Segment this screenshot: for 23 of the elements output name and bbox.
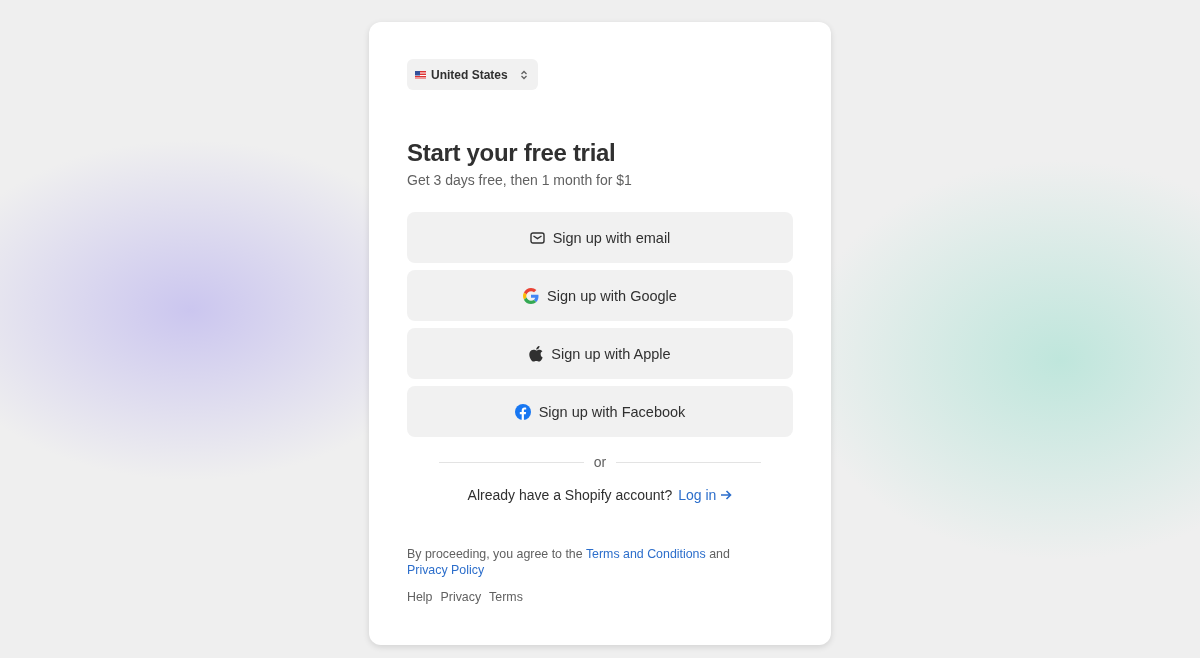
flag-icon — [415, 70, 426, 79]
sign-up-button[interactable]: Sign up with Facebook — [407, 386, 793, 437]
envelope-icon — [529, 231, 545, 244]
google-icon — [523, 287, 540, 304]
subheading: Get 3 days free, then 1 month for $1 — [407, 172, 633, 188]
legal-text: By proceeding, you agree to the Terms and Conditions and Privacy Policy — [407, 546, 731, 578]
sign-up-button[interactable]: Sign up with Google — [407, 270, 793, 321]
divider-label: or — [593, 454, 607, 470]
login-prompt: Already have a Shopify account? — [467, 487, 673, 503]
footer-link[interactable]: Privacy — [440, 590, 482, 604]
sign-up-button[interactable]: Sign up with Apple — [407, 328, 793, 379]
privacy-policy-link[interactable]: Privacy Policy — [407, 563, 485, 577]
footer-link[interactable]: Terms — [489, 590, 523, 604]
country-selector[interactable]: United States — [407, 59, 538, 90]
footer-link[interactable]: Help — [407, 590, 433, 604]
terms-link[interactable]: Terms and Conditions — [585, 547, 706, 561]
chevron-up-down-icon — [519, 69, 528, 80]
arrow-right-icon — [720, 490, 733, 500]
facebook-icon — [514, 403, 531, 420]
heading: Start your free trial — [407, 139, 617, 167]
log-in-link[interactable]: Log in — [678, 487, 733, 503]
sign-up-button[interactable]: Sign up with email — [407, 212, 793, 263]
apple-icon — [529, 345, 544, 362]
